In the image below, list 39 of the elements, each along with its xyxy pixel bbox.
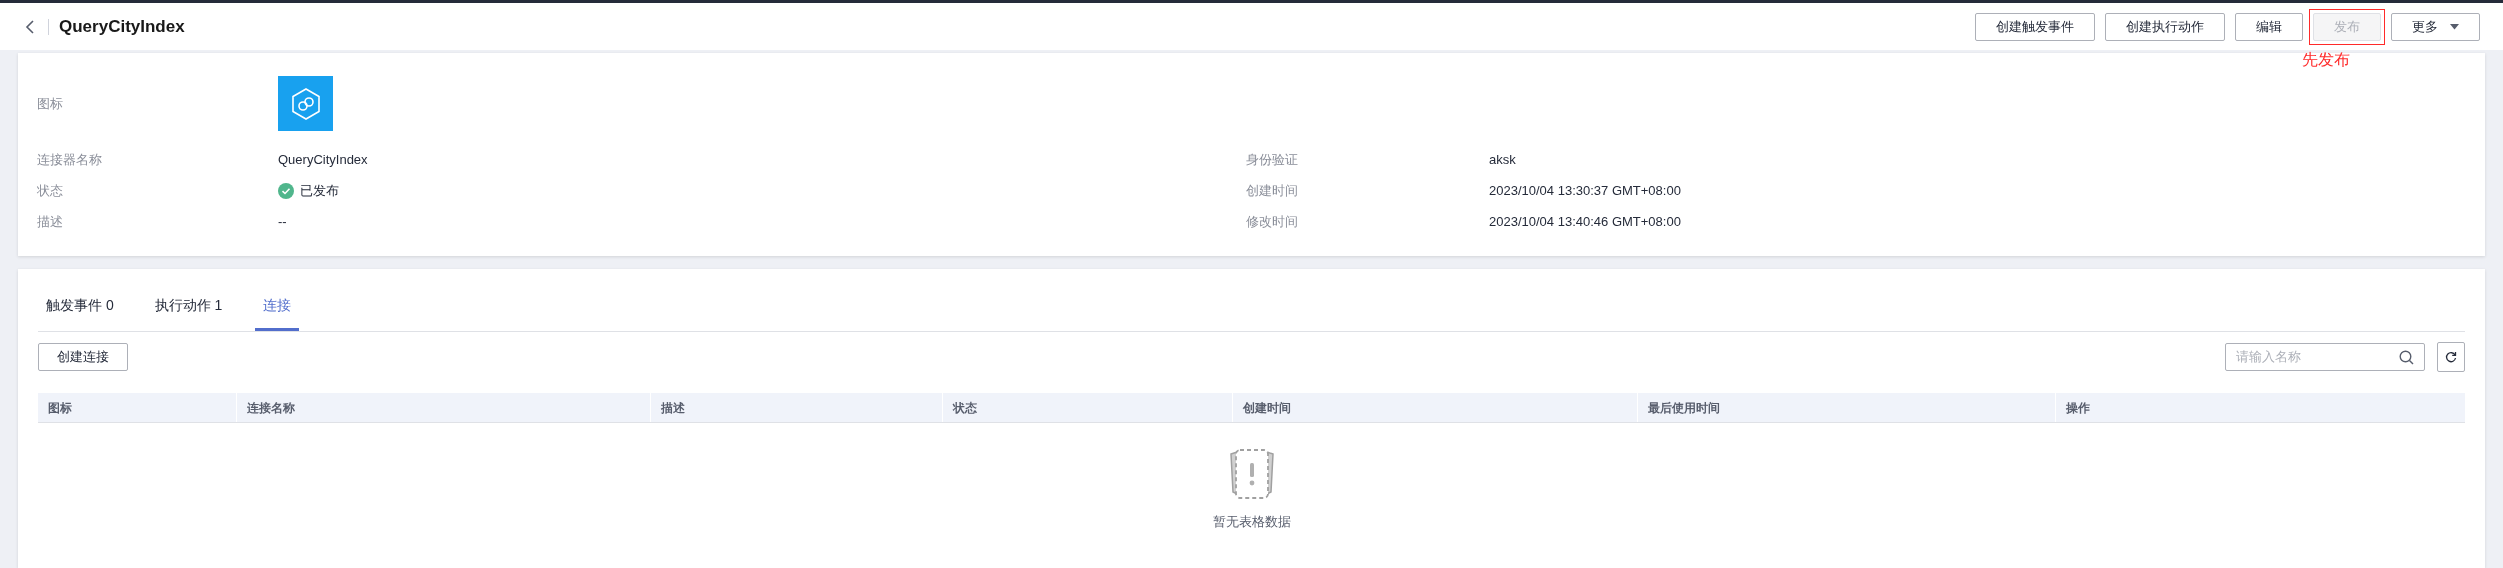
check-icon <box>278 182 294 199</box>
connector-icon <box>278 76 333 131</box>
refresh-icon <box>2445 351 2457 363</box>
field-label: 状态 <box>37 181 64 200</box>
field-value: aksk <box>1489 150 1516 169</box>
tab[interactable]: 执行动作 1 <box>146 283 231 331</box>
search-input[interactable]: 请输入名称 <box>2236 347 2399 367</box>
field-value: 2023/10/04 13:40:46 GMT+08:00 <box>1489 212 1681 231</box>
tab[interactable]: 触发事件 0 <box>38 283 122 331</box>
field-label: 描述 <box>37 212 64 231</box>
field-value: 2023/10/04 13:30:37 GMT+08:00 <box>1489 181 1681 200</box>
search-icon <box>2399 349 2414 365</box>
tab[interactable]: 连接 <box>255 283 300 331</box>
field-label: 图标 <box>37 94 64 113</box>
search-field[interactable]: 请输入名称 <box>2225 343 2425 371</box>
field-label: 身份验证 <box>1246 150 1299 169</box>
more-dropdown-button[interactable]: 更多 <box>2391 12 2480 41</box>
action-button[interactable]: 创建执行动作 <box>2105 12 2225 41</box>
field-label: 创建时间 <box>1246 181 1299 200</box>
caret-icon <box>2450 23 2459 30</box>
column-header: 连接名称 <box>247 399 295 417</box>
action-button[interactable]: 创建触发事件 <box>1975 12 2095 41</box>
create-connection-button[interactable]: 创建连接 <box>38 343 128 371</box>
action-button[interactable]: 编辑 <box>2235 12 2303 41</box>
column-header: 图标 <box>48 399 72 417</box>
field-label: 连接器名称 <box>37 150 103 169</box>
field-label: 修改时间 <box>1246 212 1299 231</box>
field-value: -- <box>278 212 287 231</box>
annotation-text: 先发布 <box>2302 49 2350 70</box>
column-header: 操作 <box>2066 399 2090 417</box>
column-header: 最后使用时间 <box>1648 399 1720 417</box>
field-value: QueryCityIndex <box>278 150 368 169</box>
empty-state-text: 暂无表格数据 <box>1212 513 1291 531</box>
column-header: 描述 <box>661 399 685 417</box>
refresh-button[interactable] <box>2437 342 2465 372</box>
column-header: 创建时间 <box>1243 399 1291 417</box>
page-title: QueryCityIndex <box>59 15 185 38</box>
status-text: 已发布 <box>300 181 339 200</box>
column-header: 状态 <box>953 399 977 417</box>
